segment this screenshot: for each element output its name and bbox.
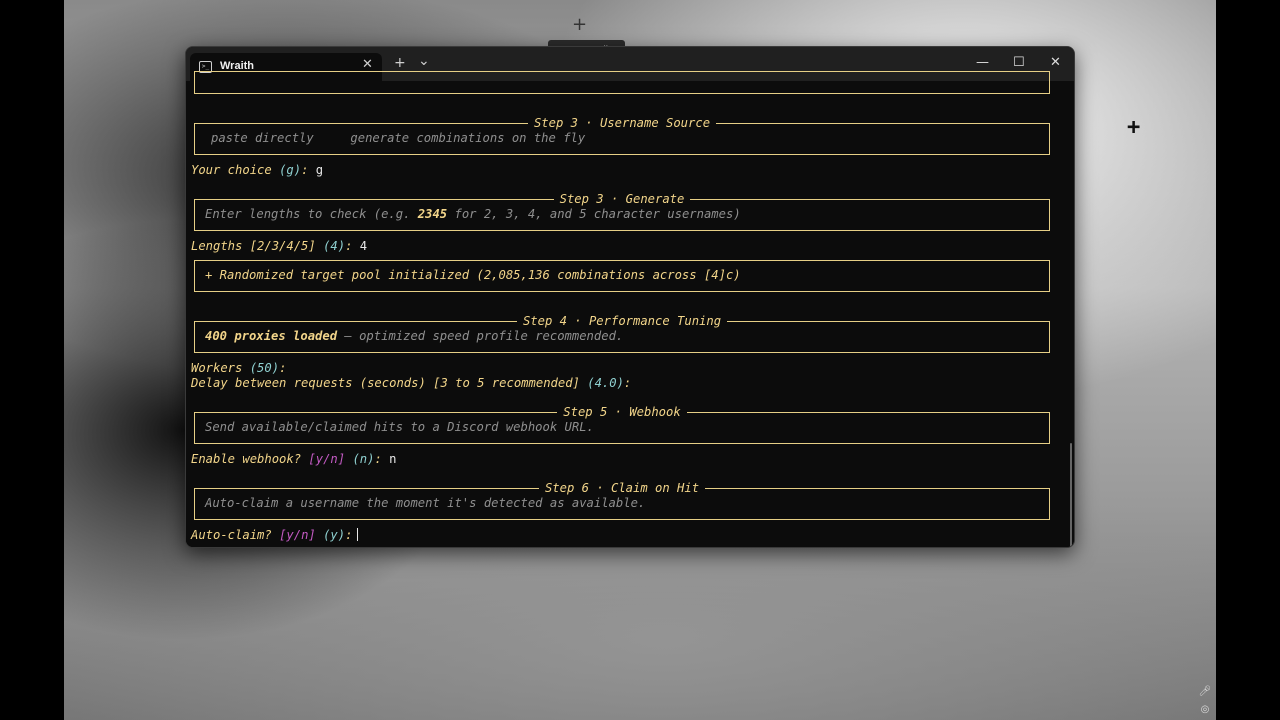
step3-source-options: paste directly generate combinations on … [211,131,586,145]
step4-message: 400 proxies loaded — optimized speed pro… [205,329,624,343]
pool-initialized-message: + Randomized target pool initialized (2,… [205,268,741,282]
delay-line: Delay between requests (seconds) [3 to 5… [191,376,632,390]
microphone-icon[interactable]: 🎤︎ [1198,685,1212,699]
settings-icon[interactable]: ◎ [1198,703,1212,717]
webhook-line: Enable webhook? [y/n] (n): n [191,452,397,466]
step6-title: Step 6 · Claim on Hit [538,481,706,495]
step3-generate-hint: Enter lengths to check (e.g. 2345 for 2,… [205,207,741,221]
choice-value: g [315,163,324,177]
chevron-down-icon[interactable]: ⌄ [418,53,430,69]
crosshair-cursor-icon: + [572,14,588,35]
choice-line: Your choice (g): g [191,163,324,177]
step3-source-box: Step 3 · Username Source paste directly … [194,116,1050,155]
step5-message: Send available/claimed hits to a Discord… [205,420,594,434]
step4-box: Step 4 · Performance Tuning 400 proxies … [194,314,1050,353]
scrollbar[interactable] [1070,443,1072,547]
autoclaim-line[interactable]: Auto-claim? [y/n] (y): [191,528,352,542]
step5-title: Step 5 · Webhook [557,405,687,419]
workers-line: Workers (50): [191,361,287,375]
step6-message: Auto-claim a username the moment it's de… [205,496,646,510]
step3-generate-box: Step 3 · Generate Enter lengths to check… [194,192,1050,231]
text-cursor [357,528,358,541]
step6-box: Step 6 · Claim on Hit Auto-claim a usern… [194,481,1050,520]
lengths-line: Lengths [2/3/4/5] (4): 4 [191,239,368,253]
step3-generate-title: Step 3 · Generate [553,192,691,206]
step5-box: Step 5 · Webhook Send available/claimed … [194,405,1050,444]
crosshair-cursor-icon: + [1127,115,1141,140]
tab-close-icon[interactable]: ✕ [362,57,373,72]
terminal-window: >_ Wraith ✕ + ⌄ — ☐ ✕ Step 3 · Username … [185,46,1075,548]
webhook-value: n [389,452,397,466]
close-window-button[interactable]: ✕ [1050,55,1061,70]
minimize-button[interactable]: — [976,55,989,70]
pool-initialized-box: + Randomized target pool initialized (2,… [194,260,1050,292]
step3-source-title: Step 3 · Username Source [527,116,717,130]
new-tab-button[interactable]: + [394,55,406,71]
maximize-button[interactable]: ☐ [1013,55,1025,70]
previous-step-box [194,71,1050,94]
terminal-output[interactable]: Step 3 · Username Source paste directly … [186,71,1074,547]
step4-title: Step 4 · Performance Tuning [516,314,728,328]
lengths-value: 4 [359,239,368,253]
